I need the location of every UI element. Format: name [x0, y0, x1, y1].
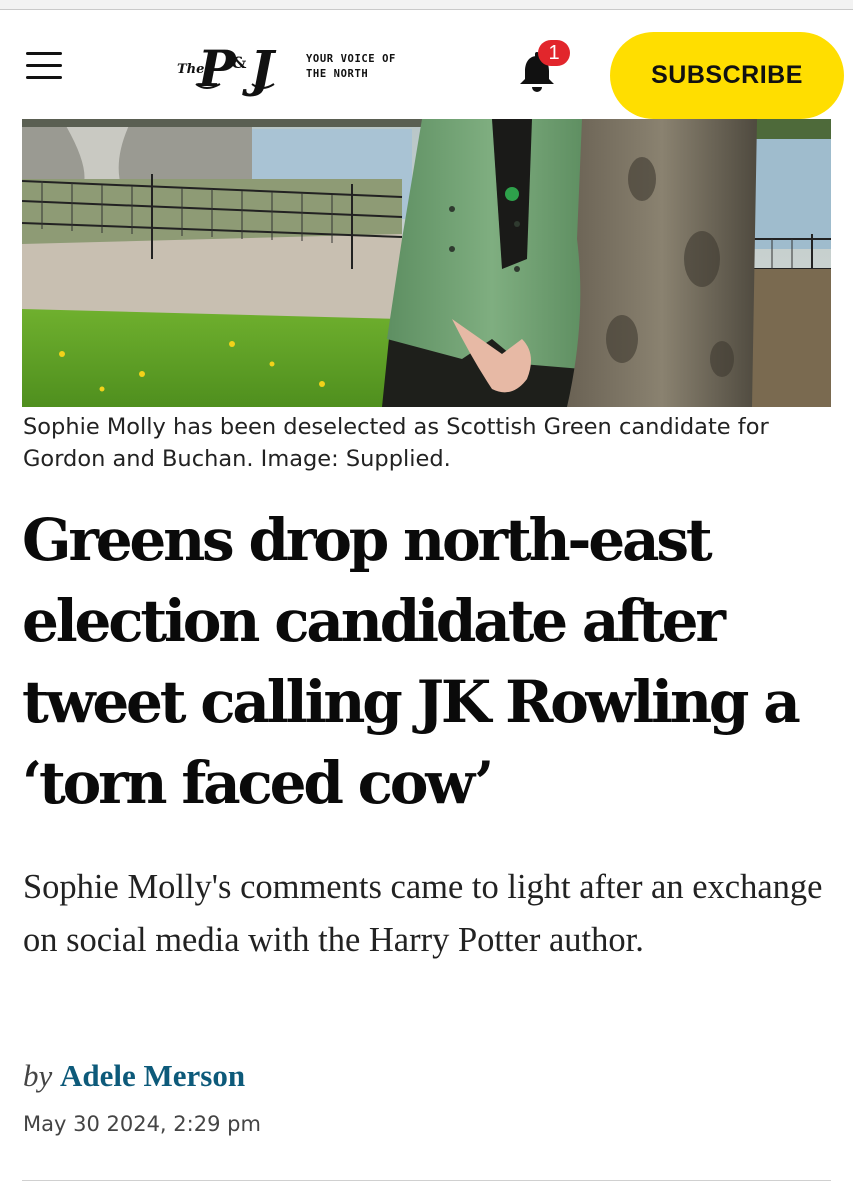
tagline-line-2: THE NORTH — [306, 68, 369, 80]
article-standfirst: Sophie Molly's comments came to light af… — [23, 868, 823, 959]
author-link[interactable]: Adele Merson — [60, 1058, 245, 1093]
divider — [22, 1180, 831, 1181]
tagline-line-1: YOUR VOICE OF — [306, 53, 396, 65]
publish-date: May 30 2024, 2:29 pm — [23, 1112, 261, 1136]
image-caption: Sophie Molly has been deselected as Scot… — [23, 414, 769, 472]
svg-text:J: J — [242, 39, 277, 98]
site-logo[interactable]: The P & J — [176, 36, 298, 98]
byline: by Adele Merson — [23, 1058, 245, 1094]
svg-text:&: & — [232, 53, 247, 72]
article-headline: Greens drop north-east election candidat… — [22, 506, 801, 817]
site-tagline: YOUR VOICE OF THE NORTH — [306, 52, 416, 82]
hamburger-menu-icon[interactable] — [26, 52, 62, 80]
svg-text:P: P — [196, 39, 237, 98]
pj-logo-icon: The P & J — [177, 39, 277, 98]
byline-prefix: by — [23, 1058, 53, 1093]
article-hero-image — [22, 119, 831, 407]
site-header: The P & J YOUR VOICE OF THE NORTH 1 SUBS… — [0, 10, 853, 119]
notification-count-badge: 1 — [538, 40, 570, 66]
status-bar-edge — [0, 0, 853, 10]
subscribe-button[interactable]: SUBSCRIBE — [610, 32, 844, 119]
